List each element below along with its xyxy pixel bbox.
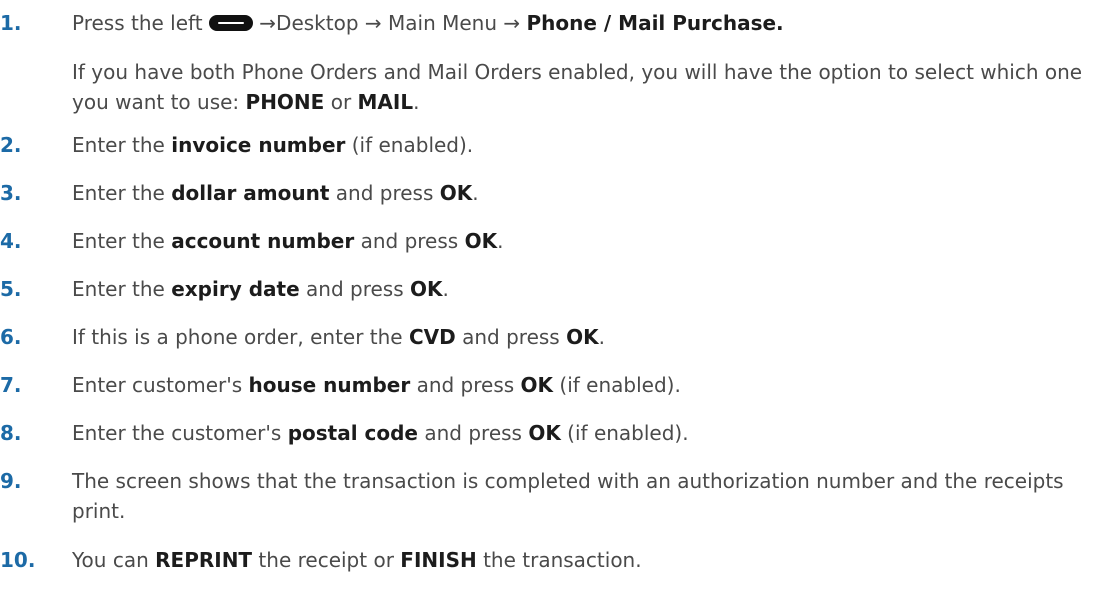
text-segment: →Desktop → Main Menu → [252, 11, 527, 35]
step-number: 7. [0, 373, 22, 397]
step-number: 2. [0, 133, 22, 157]
text-segment: If this is a phone order, enter the [72, 325, 409, 349]
text-segment: or [324, 90, 358, 114]
menu-key-icon [208, 14, 253, 31]
bold-term: OK [439, 181, 473, 205]
step-text: The screen shows that the transaction is… [72, 466, 1087, 526]
text-segment: and press [418, 421, 529, 445]
text-segment: . [497, 229, 504, 253]
step-text: Enter the dollar amount and press OK. [72, 178, 1087, 208]
text-segment: Enter the [72, 181, 172, 205]
text-segment: Enter the customer's [72, 421, 288, 445]
step-text: You can REPRINT the receipt or FINISH th… [72, 545, 1087, 575]
step-number: 9. [0, 469, 22, 493]
text-segment: (if enabled). [345, 133, 474, 157]
step-number: 5. [0, 277, 22, 301]
text-segment: . [442, 277, 449, 301]
bold-term: account number [171, 229, 355, 253]
step-text: Press the left →Desktop → Main Menu → Ph… [72, 8, 1087, 38]
bold-term: postal code [287, 421, 418, 445]
text-segment: . [472, 181, 479, 205]
bold-term: expiry date [171, 277, 300, 301]
text-segment: the transaction. [476, 548, 642, 572]
text-segment: and press [354, 229, 465, 253]
text-segment: and press [455, 325, 567, 349]
text-segment: You can [72, 548, 156, 572]
bold-term: OK [409, 277, 443, 301]
bold-term: OK [528, 421, 561, 445]
step-text: If this is a phone order, enter the CVD … [72, 322, 1087, 352]
step-text: Enter the expiry date and press OK. [72, 274, 1087, 304]
bold-term: CVD [408, 325, 456, 349]
text-segment: (if enabled). [560, 421, 689, 445]
text-segment: the receipt or [252, 548, 401, 572]
bold-term: MAIL [357, 90, 414, 114]
text-segment: The screen shows that the transaction is… [72, 469, 1064, 523]
step-number: 8. [0, 421, 22, 445]
step-number: 4. [0, 229, 22, 253]
bold-term: FINISH [400, 548, 477, 572]
step-number: 3. [0, 181, 22, 205]
step-number: 1. [0, 11, 22, 35]
step-text: Enter the customer's postal code and pre… [72, 418, 1087, 448]
bold-term: dollar amount [171, 181, 330, 205]
step-text: Enter the account number and press OK. [72, 226, 1087, 256]
text-segment: and press [299, 277, 410, 301]
bold-term: Phone / Mail Purchase. [526, 11, 784, 35]
bold-term: invoice number [171, 133, 346, 157]
bold-term: OK [520, 373, 554, 397]
bold-term: REPRINT [155, 548, 253, 572]
step-text: Enter the invoice number (if enabled). [72, 130, 1087, 160]
text-segment: . [598, 325, 605, 349]
bold-term: OK [566, 325, 599, 349]
text-segment: Enter the [72, 229, 172, 253]
text-segment: . [413, 90, 420, 114]
bold-term: PHONE [245, 90, 325, 114]
bold-term: house number [248, 373, 411, 397]
bold-term: OK [464, 229, 498, 253]
step-number: 10. [0, 548, 36, 572]
instruction-steps: 1. Press the left →Desktop → Main Menu →… [0, 0, 1095, 595]
text-segment: Enter customer's [72, 373, 249, 397]
text-segment: Enter the [72, 133, 172, 157]
text-segment: and press [410, 373, 521, 397]
text-segment: If you have both Phone Orders and Mail O… [72, 60, 1083, 114]
text-segment: Enter the [72, 277, 172, 301]
text-segment: (if enabled). [553, 373, 681, 397]
text-segment: and press [329, 181, 440, 205]
step-number: 6. [0, 325, 22, 349]
step-text: Enter customer's house number and press … [72, 370, 1087, 400]
step-1-note: If you have both Phone Orders and Mail O… [72, 57, 1087, 117]
text-segment: Press the left [72, 11, 209, 35]
